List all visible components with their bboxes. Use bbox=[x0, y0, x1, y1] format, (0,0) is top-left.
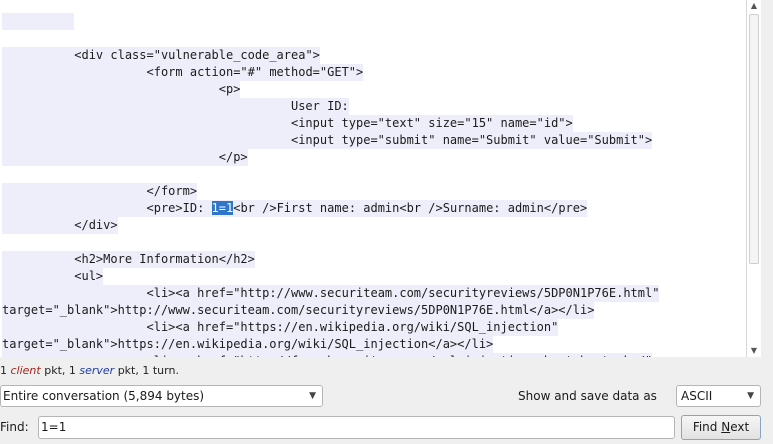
follow-stream-text-area[interactable]: <div class="vulnerable_code_area"> <form… bbox=[0, 0, 760, 357]
line-text: <h2>More Information</h2> bbox=[74, 252, 255, 266]
line-text: <input type="submit" name="Submit" value… bbox=[290, 133, 653, 147]
line-text: <p> bbox=[218, 82, 241, 96]
line-text: <li><a href="http://ferruh.mavituna.com/… bbox=[147, 354, 653, 357]
line-text: User ID: bbox=[290, 99, 349, 113]
scroll-up-arrow-icon[interactable]: ▲ bbox=[747, 0, 761, 12]
line-text: <input type="text" size="15" name="id"> bbox=[290, 116, 573, 130]
line-text: <li><a href="http://www.securiteam.com/s… bbox=[146, 286, 660, 300]
stream-line: <li><a href="http://www.securiteam.com/s… bbox=[2, 285, 660, 302]
stream-line: <li><a href="https://en.wikipedia.org/wi… bbox=[2, 319, 559, 336]
line-text: <pre>ID: bbox=[146, 201, 212, 215]
line-text: <li><a href="https://en.wikipedia.org/wi… bbox=[146, 320, 559, 334]
stream-line: <h2>More Information</h2> bbox=[2, 251, 255, 268]
conversation-select[interactable]: Entire conversation (5,894 bytes) ▼ bbox=[0, 385, 323, 407]
stream-line: <li><a href="http://ferruh.mavituna.com/… bbox=[2, 353, 653, 357]
find-label: Find: bbox=[0, 420, 29, 434]
line-text: <div class="vulnerable_code_area"> bbox=[74, 48, 320, 62]
stream-line bbox=[2, 13, 75, 30]
line-text: </p> bbox=[218, 150, 248, 164]
chevron-down-icon: ▼ bbox=[747, 391, 754, 401]
line-text: target="_blank">https://en.wikipedia.org… bbox=[2, 337, 494, 351]
stream-line: <div class="vulnerable_code_area"> bbox=[2, 47, 320, 64]
stream-line: <form action="#" method="GET"> bbox=[2, 64, 364, 81]
stream-line: target="_blank">https://en.wikipedia.org… bbox=[2, 336, 494, 353]
line-text: </div> bbox=[74, 218, 118, 232]
find-input[interactable]: 1=1 bbox=[38, 416, 675, 439]
line-text: <br />First name: admin<br />Surname: ad… bbox=[233, 201, 588, 215]
show-save-label: Show and save data as bbox=[518, 389, 657, 403]
line-text bbox=[2, 14, 74, 28]
line-text: </form> bbox=[146, 184, 198, 198]
line-text: <ul> bbox=[74, 269, 104, 283]
stream-line: <p> bbox=[2, 81, 241, 98]
stream-line: </div> bbox=[2, 217, 118, 234]
stream-line: <pre>ID: 1=1<br />First name: admin<br /… bbox=[2, 200, 588, 217]
line-text: target="_blank">http://www.securiteam.co… bbox=[2, 303, 595, 317]
stream-line: target="_blank">http://www.securiteam.co… bbox=[2, 302, 595, 319]
stream-line: </form> bbox=[2, 183, 198, 200]
stream-line: <input type="submit" name="Submit" value… bbox=[2, 132, 653, 149]
data-format-select[interactable]: ASCII ▼ bbox=[676, 385, 761, 407]
search-match-highlight: 1=1 bbox=[211, 201, 234, 215]
vertical-scrollbar[interactable]: ▲ ▼ bbox=[746, 0, 761, 357]
line-text: <form action="#" method="GET"> bbox=[146, 65, 364, 79]
conversation-select-value: Entire conversation (5,894 bytes) bbox=[3, 389, 205, 403]
stream-status-text: 1 client pkt, 1 server pkt, 1 turn. bbox=[0, 364, 179, 377]
scrollbar-thumb[interactable] bbox=[749, 14, 759, 264]
data-format-value: ASCII bbox=[681, 389, 713, 403]
stream-line: <ul> bbox=[2, 268, 104, 285]
stream-line: </p> bbox=[2, 149, 248, 166]
find-next-button[interactable]: Find Next bbox=[681, 415, 761, 440]
stream-line: User ID: bbox=[2, 98, 349, 115]
stream-line: <input type="text" size="15" name="id"> bbox=[2, 115, 573, 132]
scroll-down-arrow-icon[interactable]: ▼ bbox=[747, 345, 761, 357]
chevron-down-icon: ▼ bbox=[309, 391, 316, 401]
